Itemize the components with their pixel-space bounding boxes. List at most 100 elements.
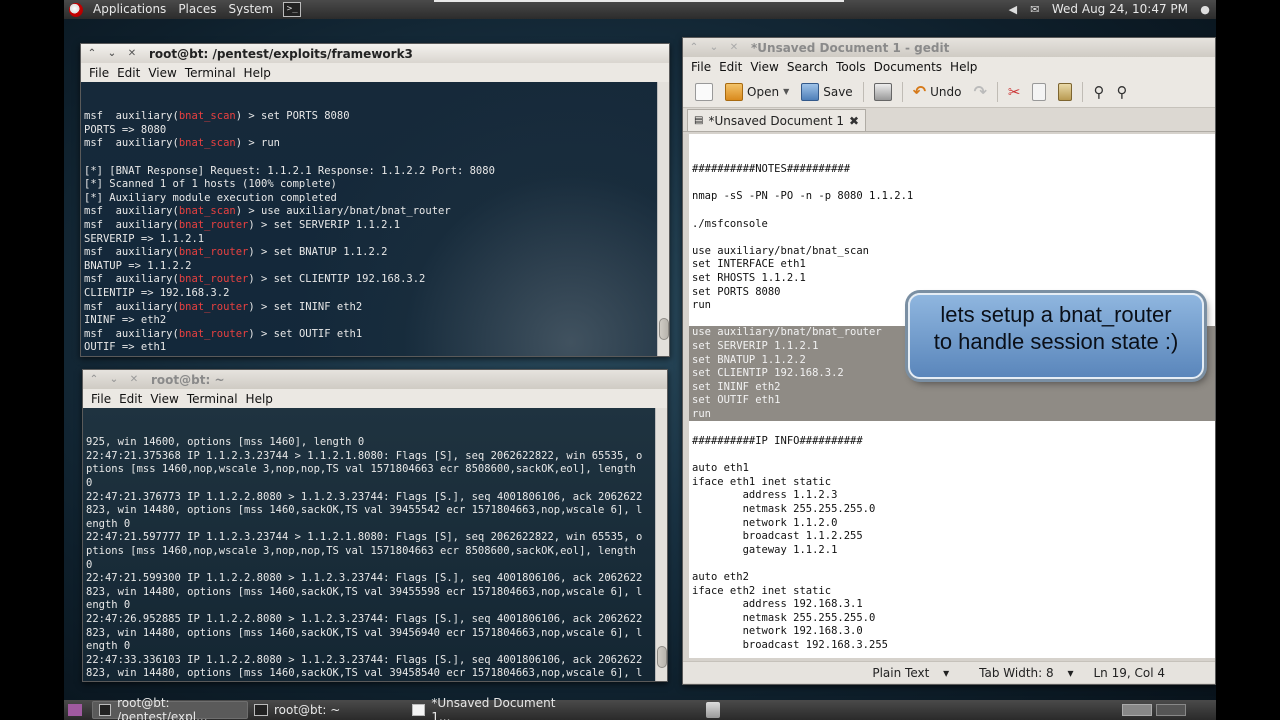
taskbar-item-terminal-root[interactable]: root@bt: ~ [248,701,406,719]
editor-line[interactable]: ##########IP INFO########## [689,435,1215,449]
editor-line[interactable]: netmask 255.255.255.0 [689,503,1215,517]
terminal2-scrollbar[interactable] [655,408,667,681]
terminal2-output[interactable]: 925, win 14600, options [mss 1460], leng… [83,408,655,681]
menu-file[interactable]: File [687,60,715,74]
menu-search[interactable]: Search [783,60,832,74]
editor-line[interactable]: netmask 255.255.255.0 [689,612,1215,626]
print-button[interactable] [868,78,898,106]
menu-terminal[interactable]: Terminal [181,66,240,80]
toolbar-separator [996,81,998,102]
editor-line[interactable]: ##########NOTES########## [689,163,1215,177]
editor-line[interactable] [689,231,1215,245]
editor-line[interactable]: auto eth2 [689,571,1215,585]
taskbar-item-gedit[interactable]: *Unsaved Document 1... [406,696,576,720]
terminal1-titlebar[interactable]: ⌃ ⌄ ✕ root@bt: /pentest/exploits/framewo… [81,44,669,63]
show-desktop-icon[interactable] [68,704,82,716]
editor-line[interactable] [689,557,1215,571]
tab-close-icon[interactable]: ✖ [849,114,859,128]
cut-button[interactable]: ✂ [1002,78,1027,106]
system-menu[interactable]: System [222,0,279,19]
menu-view[interactable]: View [144,66,180,80]
terminal-launcher-icon[interactable]: >_ [283,2,302,17]
editor-line[interactable]: network 192.168.3.0 [689,625,1215,639]
editor-line-selected[interactable]: set ININF eth2 [689,380,1215,395]
editor-line[interactable] [689,177,1215,191]
applications-menu[interactable]: Applications [87,0,172,19]
terminal1-scrollbar[interactable] [657,82,669,356]
menu-documents[interactable]: Documents [870,60,946,74]
close-icon[interactable]: ✕ [125,48,139,59]
redo-button[interactable]: ↷ [967,78,992,106]
editor-line[interactable]: broadcast 192.168.3.255 [689,639,1215,653]
menu-file[interactable]: File [87,392,115,406]
editor-line[interactable]: address 1.1.2.3 [689,489,1215,503]
menu-tools[interactable]: Tools [832,60,870,74]
editor-line[interactable]: set INTERFACE eth1 [689,258,1215,272]
editor-line[interactable]: network 1.1.2.0 [689,517,1215,531]
taskbar-item-terminal-framework3[interactable]: root@bt: /pentest/expl... [92,696,248,720]
editor-line[interactable] [689,421,1215,435]
editor-line[interactable]: gateway 1.1.2.1 [689,544,1215,558]
maximize-icon[interactable]: ⌄ [707,42,721,53]
find-button[interactable]: ⚲ [1087,78,1110,106]
workspace-switcher-2[interactable] [1156,704,1186,716]
user-icon[interactable]: ● [1197,0,1213,19]
trash-icon[interactable] [706,702,720,718]
save-button[interactable]: Save [795,78,858,106]
new-button[interactable] [689,78,719,106]
menu-edit[interactable]: Edit [715,60,746,74]
editor-line[interactable]: ./msfconsole [689,218,1215,232]
editor-line[interactable]: nmap -sS -PN -PO -n -p 8080 1.1.2.1 [689,190,1215,204]
backtrack-logo-icon[interactable] [67,1,87,18]
editor-line[interactable]: iface eth1 inet static [689,476,1215,490]
open-dropdown-icon[interactable]: ▼ [783,87,789,96]
gedit-titlebar[interactable]: ⌃ ⌄ ✕ *Unsaved Document 1 - gedit [683,38,1215,57]
menu-view[interactable]: View [746,60,782,74]
menu-help[interactable]: Help [240,66,275,80]
editor-line-selected[interactable]: run [689,407,1215,422]
gedit-text-area[interactable]: ##########NOTES########## nmap -sS -PN -P… [689,134,1215,658]
clock[interactable]: Wed Aug 24, 10:47 PM [1046,0,1194,19]
volume-icon[interactable]: ◀ [1005,0,1021,19]
mail-icon[interactable]: ✉ [1027,0,1043,19]
maximize-icon[interactable]: ⌄ [107,374,121,385]
editor-line-selected[interactable]: set OUTIF eth1 [689,394,1215,408]
editor-line[interactable] [689,449,1215,463]
menu-edit[interactable]: Edit [113,66,144,80]
menu-terminal[interactable]: Terminal [183,392,242,406]
copy-button[interactable] [1026,78,1052,106]
close-icon[interactable]: ✕ [127,374,141,385]
language-selector[interactable]: Plain Text ▾ [852,666,959,680]
editor-line[interactable]: address 192.168.3.1 [689,598,1215,612]
open-button[interactable]: Open ▼ [719,78,795,106]
tab-unsaved-document-1[interactable]: ▤ *Unsaved Document 1 ✖ [687,109,867,131]
minimize-icon[interactable]: ⌃ [87,374,101,385]
minimize-icon[interactable]: ⌃ [85,48,99,59]
terminal2-titlebar[interactable]: ⌃ ⌄ ✕ root@bt: ~ [83,370,667,389]
editor-line[interactable]: iface eth2 inet static [689,585,1215,599]
workspace-switcher-1[interactable] [1122,704,1152,716]
minimize-icon[interactable]: ⌃ [687,42,701,53]
paste-button[interactable] [1052,78,1078,106]
menu-help[interactable]: Help [242,392,277,406]
replace-button[interactable]: ⚲ [1110,78,1133,106]
undo-button[interactable]: ↶ Undo [907,78,968,106]
terminal1-output[interactable]: msf auxiliary(bnat_scan) > set PORTS 808… [81,82,657,356]
terminal1-line: BNATUP => 1.1.2.2 [84,259,192,272]
terminal2-scroll-thumb[interactable] [657,646,667,668]
menu-edit[interactable]: Edit [115,392,146,406]
close-icon[interactable]: ✕ [727,42,741,53]
editor-line[interactable]: auto eth1 [689,462,1215,476]
editor-line[interactable]: use auxiliary/bnat/bnat_scan [689,245,1215,259]
tab-label: *Unsaved Document 1 [708,113,844,128]
menu-file[interactable]: File [85,66,113,80]
terminal1-scroll-thumb[interactable] [659,318,669,340]
places-menu[interactable]: Places [172,0,222,19]
editor-line[interactable]: broadcast 1.1.2.255 [689,530,1215,544]
editor-line[interactable] [689,204,1215,218]
maximize-icon[interactable]: ⌄ [105,48,119,59]
menu-view[interactable]: View [146,392,182,406]
menu-help[interactable]: Help [946,60,981,74]
tab-width-selector[interactable]: Tab Width: 8 ▾ [959,666,1083,680]
editor-line[interactable]: set RHOSTS 1.1.2.1 [689,272,1215,286]
